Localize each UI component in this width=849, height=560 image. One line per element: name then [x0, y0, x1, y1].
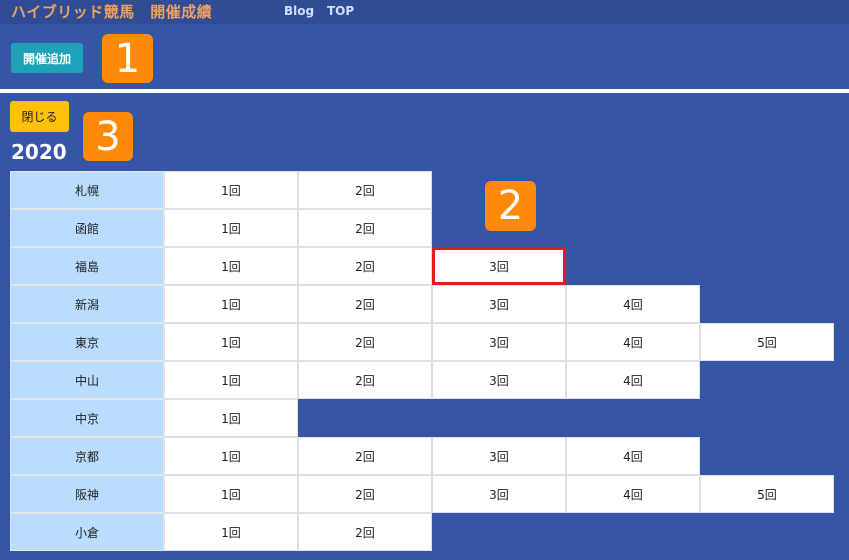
meeting-cell[interactable]: 1回	[164, 399, 298, 437]
venue-name: 札幌	[10, 171, 164, 209]
meeting-cell[interactable]: 3回	[432, 323, 566, 361]
meeting-cell[interactable]: 4回	[566, 437, 700, 475]
meeting-cell[interactable]: 2回	[298, 361, 432, 399]
venue-name: 小倉	[10, 513, 164, 551]
section-divider	[0, 89, 849, 93]
nav-link-blog[interactable]: Blog	[284, 4, 314, 18]
venue-row: 京都 1回 2回 3回 4回	[10, 437, 832, 475]
meeting-cell[interactable]: 2回	[298, 323, 432, 361]
nav-link-top[interactable]: TOP	[327, 4, 354, 18]
annotation-marker-1: 1	[102, 34, 153, 83]
meeting-cell[interactable]: 2回	[298, 513, 432, 551]
meeting-cell[interactable]: 3回	[432, 475, 566, 513]
venue-row: 小倉 1回 2回	[10, 513, 832, 551]
add-meeting-button[interactable]: 開催追加	[11, 43, 83, 73]
top-navbar: ハイブリッド競馬 開催成績 Blog TOP	[0, 0, 849, 24]
venue-row: 福島 1回 2回 3回	[10, 247, 832, 285]
venue-name: 阪神	[10, 475, 164, 513]
close-button[interactable]: 閉じる	[10, 101, 69, 132]
venue-name: 新潟	[10, 285, 164, 323]
meeting-cell[interactable]: 3回	[432, 361, 566, 399]
venue-row: 函館 1回 2回	[10, 209, 832, 247]
year-heading: 2020	[11, 140, 67, 164]
meeting-cell[interactable]: 2回	[298, 171, 432, 209]
venue-name: 京都	[10, 437, 164, 475]
meeting-cell[interactable]: 1回	[164, 247, 298, 285]
venue-row: 東京 1回 2回 3回 4回 5回	[10, 323, 834, 361]
meeting-cell[interactable]: 3回	[432, 247, 566, 285]
meeting-cell[interactable]: 4回	[566, 475, 700, 513]
meeting-cell[interactable]: 3回	[432, 437, 566, 475]
meeting-cell[interactable]: 1回	[164, 209, 298, 247]
brand-title[interactable]: ハイブリッド競馬 開催成績	[11, 1, 212, 22]
venue-name: 函館	[10, 209, 164, 247]
meeting-cell[interactable]: 1回	[164, 513, 298, 551]
meeting-cell[interactable]: 2回	[298, 437, 432, 475]
meeting-cell[interactable]: 4回	[566, 285, 700, 323]
venue-row: 中山 1回 2回 3回 4回	[10, 361, 832, 399]
meeting-cell[interactable]: 1回	[164, 437, 298, 475]
meeting-cell[interactable]: 3回	[432, 285, 566, 323]
venue-name: 中山	[10, 361, 164, 399]
venue-row: 札幌 1回 2回	[10, 171, 832, 209]
meeting-cell[interactable]: 1回	[164, 475, 298, 513]
annotation-marker-3: 3	[83, 112, 133, 161]
meeting-cell[interactable]: 1回	[164, 361, 298, 399]
venue-row: 中京 1回	[10, 399, 832, 437]
venue-name: 東京	[10, 323, 164, 361]
meeting-cell[interactable]: 5回	[700, 323, 834, 361]
venue-name: 中京	[10, 399, 164, 437]
meeting-cell[interactable]: 2回	[298, 475, 432, 513]
meeting-cell[interactable]: 1回	[164, 285, 298, 323]
meeting-cell[interactable]: 4回	[566, 361, 700, 399]
meeting-cell[interactable]: 2回	[298, 247, 432, 285]
venue-name: 福島	[10, 247, 164, 285]
meeting-cell[interactable]: 1回	[164, 323, 298, 361]
venue-row: 新潟 1回 2回 3回 4回	[10, 285, 832, 323]
meeting-cell[interactable]: 2回	[298, 285, 432, 323]
meeting-cell[interactable]: 4回	[566, 323, 700, 361]
meeting-cell[interactable]: 1回	[164, 171, 298, 209]
meeting-cell[interactable]: 2回	[298, 209, 432, 247]
venue-row: 阪神 1回 2回 3回 4回 5回	[10, 475, 834, 513]
meeting-cell[interactable]: 5回	[700, 475, 834, 513]
